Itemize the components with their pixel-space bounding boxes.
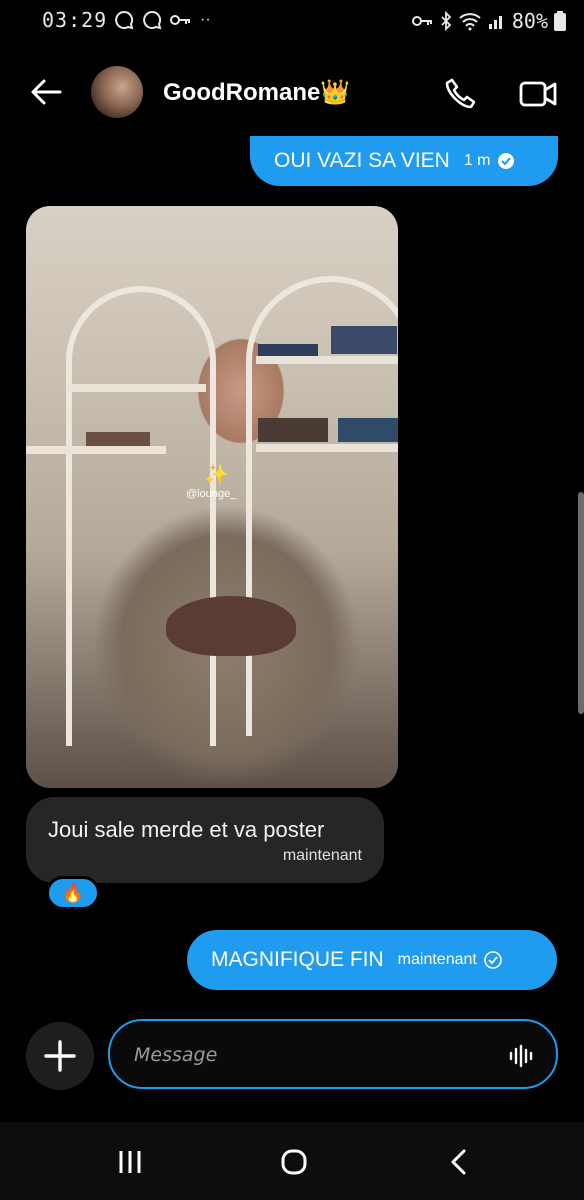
voice-message-button[interactable] bbox=[506, 1041, 536, 1071]
message-time: 1 m bbox=[463, 152, 491, 169]
message-input[interactable] bbox=[134, 1039, 494, 1071]
status-system-icons: 80% bbox=[411, 9, 566, 33]
photo-detail bbox=[166, 596, 296, 656]
chat-bubble-icon bbox=[143, 10, 162, 30]
message-bubble-incoming[interactable]: Joui sale merde et va poster maintenant bbox=[26, 797, 384, 883]
message-text: Joui sale merde et va poster bbox=[48, 817, 325, 842]
system-nav-bar bbox=[0, 1122, 584, 1200]
status-notification-icons: ·· bbox=[114, 10, 211, 30]
photo-arch bbox=[66, 286, 216, 746]
sparkle-sticker-icon: ✨ bbox=[204, 464, 229, 486]
nav-back-icon bbox=[451, 1149, 466, 1175]
status-bar: 03:29 ·· 80% bbox=[0, 0, 584, 44]
photo-shelf bbox=[66, 384, 206, 392]
photo-books bbox=[331, 326, 397, 354]
battery-percentage: 80% bbox=[511, 9, 548, 33]
key-icon bbox=[170, 15, 190, 25]
message-meta: maintenant bbox=[398, 950, 503, 970]
message-text: MAGNIFIQUE FIN bbox=[211, 948, 384, 971]
back-button[interactable] bbox=[26, 72, 66, 112]
fire-emoji-icon: 🔥 bbox=[61, 882, 85, 903]
photo-books bbox=[86, 432, 150, 446]
vpn-key-icon bbox=[411, 16, 432, 26]
photo-overlay-tag: @lounge_ bbox=[186, 488, 237, 500]
shared-photo[interactable]: ✨ @lounge_ bbox=[26, 206, 398, 788]
chat-bubble-icon bbox=[115, 10, 134, 30]
voice-call-button[interactable] bbox=[440, 74, 480, 114]
message-time: maintenant bbox=[282, 847, 362, 864]
photo-books bbox=[258, 418, 328, 442]
message-bubble-outgoing[interactable]: OUI VAZI SA VIEN 1 m bbox=[250, 136, 558, 186]
signal-icon bbox=[488, 16, 502, 29]
video-camera-icon bbox=[519, 81, 557, 107]
wifi-icon bbox=[459, 13, 481, 31]
phone-icon bbox=[445, 78, 476, 109]
photo-shelf bbox=[256, 356, 398, 364]
home-button[interactable] bbox=[272, 1142, 316, 1182]
sent-check-icon bbox=[484, 951, 502, 969]
photo-books bbox=[338, 418, 398, 442]
photo-books bbox=[258, 344, 318, 356]
video-call-button[interactable] bbox=[516, 74, 560, 114]
message-bubble-outgoing[interactable]: MAGNIFIQUE FIN maintenant bbox=[187, 930, 557, 990]
photo-shelf bbox=[26, 446, 166, 454]
nav-back-button[interactable] bbox=[436, 1142, 480, 1182]
status-time: 03:29 bbox=[42, 8, 108, 32]
message-text: OUI VAZI SA VIEN bbox=[274, 149, 450, 172]
bluetooth-icon bbox=[441, 11, 452, 31]
voice-waveform-icon bbox=[509, 1044, 533, 1068]
message-time: maintenant bbox=[397, 951, 477, 968]
back-arrow-icon bbox=[31, 79, 62, 105]
photo-shelf bbox=[256, 444, 398, 452]
contact-name[interactable]: GoodRomane👑 bbox=[163, 78, 350, 107]
attach-button[interactable] bbox=[26, 1022, 94, 1090]
battery-icon bbox=[554, 11, 566, 31]
message-reaction[interactable]: 🔥 bbox=[46, 876, 100, 910]
recent-apps-icon bbox=[119, 1151, 141, 1173]
message-input-container[interactable] bbox=[108, 1019, 558, 1089]
read-check-icon bbox=[497, 153, 514, 169]
chat-header: GoodRomane👑 bbox=[0, 56, 584, 126]
plus-icon bbox=[44, 1040, 76, 1072]
home-icon bbox=[281, 1149, 307, 1175]
message-meta: 1 m bbox=[464, 152, 515, 170]
recent-apps-button[interactable] bbox=[108, 1142, 152, 1182]
scrollbar[interactable] bbox=[578, 492, 584, 714]
more-dots-icon: ·· bbox=[200, 11, 211, 28]
avatar[interactable] bbox=[91, 66, 143, 118]
